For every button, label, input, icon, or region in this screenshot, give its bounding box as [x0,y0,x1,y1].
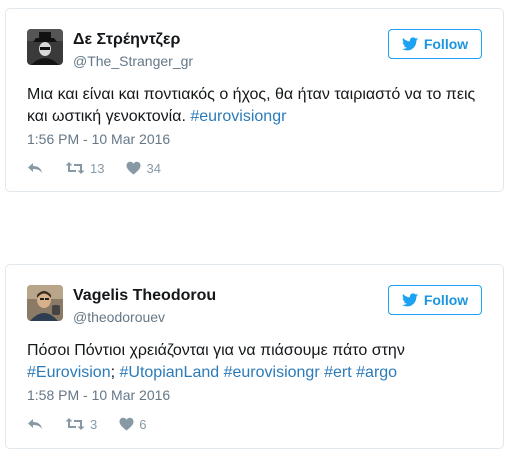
retweet-count: 13 [90,160,105,176]
person-photo-avatar-icon [27,285,63,321]
tweet-actions: 13 34 [27,159,183,177]
tweet-timestamp[interactable]: 1:56 PM - 10 Mar 2016 [27,131,170,147]
user-handle[interactable]: @The_Stranger_gr [73,53,193,69]
tweet-text-segment: ; [110,364,120,381]
user-avatar[interactable] [27,29,63,65]
like-count: 34 [146,160,161,176]
tweet-card: Vagelis Theodorou @theodorouev Follow Πό… [5,264,504,449]
display-name[interactable]: Vagelis Theodorou [73,287,216,305]
tweet-timestamp[interactable]: 1:58 PM - 10 Mar 2016 [27,387,170,403]
masked-figure-avatar-icon [27,29,63,65]
hashtag-link[interactable]: #eurovisiongr [190,108,286,125]
follow-label: Follow [423,292,469,308]
reply-icon [28,419,42,429]
twitter-bird-icon [401,37,418,51]
follow-button[interactable]: Follow [388,29,482,59]
like-button[interactable]: 6 [119,417,146,432]
heart-icon [126,161,141,175]
retweet-count: 3 [90,416,98,432]
hashtag-link[interactable]: #ert [324,364,352,381]
tweet-card: Δε Στρέηντζερ @The_Stranger_gr Follow Μι… [5,8,504,192]
like-count: 6 [139,416,147,432]
hashtag-link[interactable]: #argo [356,364,397,381]
twitter-bird-icon [401,293,418,307]
tweet-text: Μια και είναι και ποντιακός ο ήχος, θα ή… [27,84,485,128]
hashtag-link[interactable]: #UtopianLand [120,364,220,381]
like-button[interactable]: 34 [126,160,161,176]
hashtag-link[interactable]: #Eurovision [27,364,111,381]
follow-label: Follow [423,36,469,52]
follow-button[interactable]: Follow [388,285,482,315]
user-handle[interactable]: @theodorouev [73,309,165,325]
tweet-text: Πόσοι Πόντιοι χρειάζονται για να πιάσουμ… [27,340,485,384]
hashtag-link[interactable]: #eurovisiongr [224,364,320,381]
retweet-icon [65,162,85,174]
tweet-actions: 3 6 [27,415,168,433]
retweet-icon [65,418,85,430]
tweet-text-segment: Πόσοι Πόντιοι χρειάζονται για να πιάσουμ… [27,342,405,359]
reply-button[interactable] [27,161,43,175]
retweet-button[interactable]: 3 [65,417,97,432]
heart-icon [119,417,134,431]
retweet-button[interactable]: 13 [65,161,104,176]
user-avatar[interactable] [27,285,63,321]
reply-icon [28,163,42,173]
display-name[interactable]: Δε Στρέηντζερ [73,31,180,49]
reply-button[interactable] [27,417,43,431]
